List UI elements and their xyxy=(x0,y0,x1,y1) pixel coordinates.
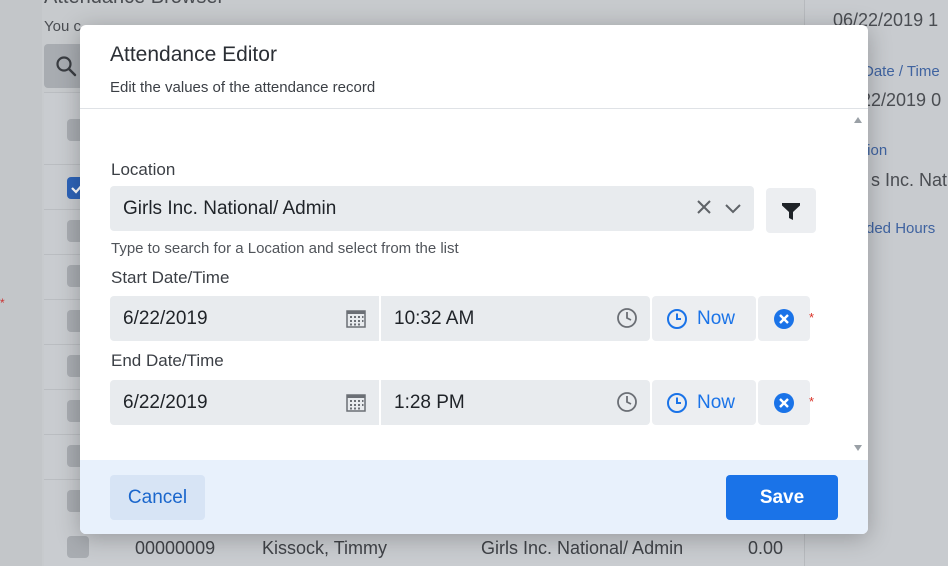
save-button[interactable]: Save xyxy=(726,475,838,520)
cancel-button[interactable]: Cancel xyxy=(110,475,205,520)
location-filter-button[interactable] xyxy=(766,188,816,233)
dialog-footer: Cancel Save xyxy=(80,460,868,534)
end-clear-button[interactable] xyxy=(758,380,810,425)
background-start-label: Date / Time xyxy=(863,63,940,80)
filter-icon xyxy=(782,203,800,220)
start-clear-button[interactable] xyxy=(758,296,810,341)
end-date-input[interactable]: 6/22/2019 xyxy=(110,380,379,425)
background-row-id: 00000009 xyxy=(135,538,216,558)
clear-circle-icon xyxy=(774,309,794,329)
clock-icon xyxy=(667,393,687,413)
location-dropdown-button[interactable] xyxy=(722,197,744,219)
scroll-up-arrow[interactable] xyxy=(854,117,862,123)
background-start-value-2: 22/2019 0 xyxy=(861,90,942,110)
end-time-input[interactable]: 1:28 PM xyxy=(381,380,650,425)
clock-icon xyxy=(667,309,687,329)
dialog-title: Attendance Editor xyxy=(110,43,277,66)
location-value: Girls Inc. National/ Admin xyxy=(123,198,337,219)
start-now-label: Now xyxy=(697,308,736,329)
location-clear-button[interactable] xyxy=(693,196,715,218)
end-required-marker: * xyxy=(809,394,815,409)
calendar-icon[interactable] xyxy=(346,392,366,412)
background-location-value: s Inc. Nati xyxy=(871,170,948,190)
attendance-editor-dialog: Attendance Editor Edit the values of the… xyxy=(80,25,868,534)
clock-icon[interactable] xyxy=(616,391,638,413)
start-required-marker: * xyxy=(809,310,815,325)
calendar-icon[interactable] xyxy=(346,308,366,328)
background-hours-label: rded Hours xyxy=(861,220,936,237)
end-datetime-label: End Date/Time xyxy=(111,351,224,370)
start-date-input[interactable]: 6/22/2019 xyxy=(110,296,379,341)
location-label: Location xyxy=(111,160,176,179)
clear-circle-icon xyxy=(774,393,794,413)
start-date-value: 6/22/2019 xyxy=(123,308,208,329)
background-row-hours: 0.00 xyxy=(748,538,784,558)
background-row-location: Girls Inc. National/ Admin xyxy=(481,538,684,558)
dialog-header: Attendance Editor Edit the values of the… xyxy=(80,25,868,109)
end-date-value: 6/22/2019 xyxy=(123,392,208,413)
end-now-button[interactable]: Now xyxy=(652,380,756,425)
background-row-name: Kissock, Timmy xyxy=(262,538,388,558)
background-left-nav xyxy=(0,0,42,566)
end-now-label: Now xyxy=(697,392,736,413)
clock-icon[interactable] xyxy=(616,307,638,329)
background-row-checkbox xyxy=(67,536,89,558)
start-time-input[interactable]: 10:32 AM xyxy=(381,296,650,341)
end-time-value: 1:28 PM xyxy=(394,392,465,413)
background-title: Attendance Browser xyxy=(44,0,224,9)
search-icon xyxy=(56,56,77,77)
clear-icon xyxy=(697,200,711,214)
dialog-description: Edit the values of the attendance record xyxy=(110,79,376,96)
scroll-down-arrow[interactable] xyxy=(854,445,862,451)
start-time-value: 10:32 AM xyxy=(394,308,475,329)
location-hint: Type to search for a Location and select… xyxy=(111,240,459,257)
location-select[interactable]: Girls Inc. National/ Admin xyxy=(110,186,754,231)
start-now-button[interactable]: Now xyxy=(652,296,756,341)
start-datetime-label: Start Date/Time xyxy=(111,268,230,287)
chevron-down-icon xyxy=(725,204,741,214)
background-required-marker: * xyxy=(0,296,5,310)
